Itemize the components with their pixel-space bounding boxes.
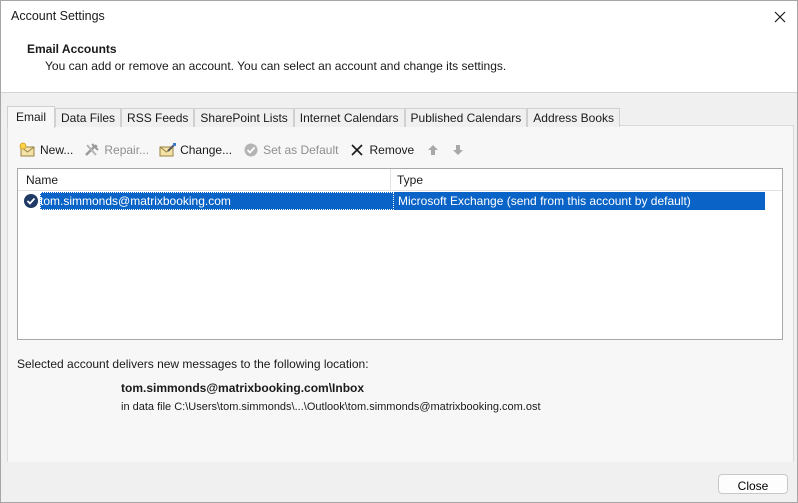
tab-strip: Email Data Files RSS Feeds SharePoint Li… (7, 106, 620, 128)
delivery-data-file: in data file C:\Users\tom.simmonds\...\O… (121, 401, 541, 413)
repair-label: Repair... (104, 143, 150, 157)
dialog-footer (1, 462, 797, 502)
column-separator[interactable] (390, 169, 391, 190)
remove-button[interactable]: Remove (348, 140, 414, 160)
default-check-icon (23, 193, 39, 209)
header-title: Email Accounts (27, 42, 117, 56)
delivery-location-label: Selected account delivers new messages t… (17, 357, 369, 371)
header-panel: Email Accounts You can add or remove an … (1, 32, 797, 93)
new-account-button[interactable]: New... (19, 140, 73, 160)
account-toolbar: New... Repair... Change... Set as Defaul… (19, 140, 480, 160)
set-as-default-label: Set as Default (263, 143, 339, 157)
change-label: Change... (180, 143, 233, 157)
delivery-folder: tom.simmonds@matrixbooking.com\Inbox (121, 381, 365, 395)
tab-internet-calendars[interactable]: Internet Calendars (293, 108, 405, 127)
table-row[interactable]: tom.simmonds@matrixbooking.com Microsoft… (20, 192, 765, 210)
tab-data-files[interactable]: Data Files (55, 108, 122, 127)
move-up-button[interactable] (424, 140, 445, 160)
account-settings-window: Account Settings Email Accounts You can … (0, 0, 798, 503)
new-account-label: New... (40, 143, 74, 157)
close-button[interactable]: Close (718, 474, 788, 494)
set-as-default-button[interactable]: Set as Default (242, 140, 338, 160)
repair-tools-icon (83, 142, 101, 158)
header-description: You can add or remove an account. You ca… (45, 59, 507, 73)
window-close-icon[interactable] (763, 1, 797, 32)
check-circle-icon (242, 142, 260, 158)
change-button[interactable]: Change... (159, 140, 232, 160)
account-type-cell[interactable]: Microsoft Exchange (send from this accou… (394, 192, 765, 210)
account-list[interactable]: Name Type tom.simmonds@matrixbooking.com… (17, 168, 783, 340)
list-header: Name Type (18, 169, 782, 191)
change-settings-icon (159, 142, 177, 158)
title-bar: Account Settings (1, 1, 797, 32)
move-down-button[interactable] (449, 140, 470, 160)
account-name-cell[interactable]: tom.simmonds@matrixbooking.com (40, 192, 394, 210)
tab-address-books[interactable]: Address Books (527, 108, 620, 127)
column-header-name[interactable]: Name (26, 173, 58, 187)
remove-x-icon (348, 142, 366, 158)
column-header-type[interactable]: Type (397, 173, 423, 187)
repair-button[interactable]: Repair... (83, 140, 149, 160)
tab-email[interactable]: Email (7, 106, 56, 128)
remove-label: Remove (369, 143, 415, 157)
tab-published-calendars[interactable]: Published Calendars (404, 108, 528, 127)
tab-rss-feeds[interactable]: RSS Feeds (121, 108, 195, 127)
new-mail-icon (19, 142, 37, 158)
arrow-up-icon (424, 142, 442, 158)
tab-sharepoint-lists[interactable]: SharePoint Lists (194, 108, 294, 127)
arrow-down-icon (449, 142, 467, 158)
window-title: Account Settings (11, 9, 105, 23)
